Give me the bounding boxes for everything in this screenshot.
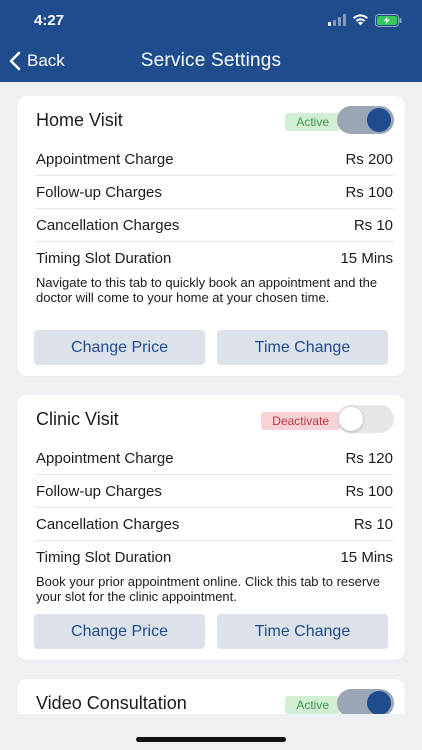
row-label: Cancellation Charges [36, 216, 180, 234]
status-time: 4:27 [34, 12, 65, 29]
charge-row: Timing Slot Duration 15 Mins [36, 541, 393, 574]
nav-bar: Back Service Settings [0, 44, 422, 78]
card-title: Home Visit [36, 110, 123, 130]
status-badge: Active [285, 696, 340, 714]
wifi-icon [353, 14, 368, 26]
status-badge: Active [285, 113, 340, 131]
row-label: Follow-up Charges [36, 183, 162, 201]
service-description: Book your prior appointment online. Clic… [36, 574, 380, 604]
row-label: Follow-up Charges [36, 482, 162, 500]
row-value: Rs 120 [345, 449, 393, 467]
row-label: Timing Slot Duration [36, 549, 172, 566]
charge-row: Cancellation Charges Rs 10 [36, 209, 393, 242]
service-toggle[interactable] [337, 689, 394, 714]
charge-row: Follow-up Charges Rs 100 [36, 475, 393, 508]
service-card-clinic-visit: Clinic Visit Deactivate Appointment Char… [17, 395, 405, 660]
app-header: 4:27 Back Service Settings [0, 0, 422, 82]
card-header: Clinic Visit Deactivate [17, 395, 405, 441]
change-price-button[interactable]: Change Price [34, 330, 205, 365]
service-card-home-visit: Home Visit Active Appointment Charge Rs … [17, 96, 405, 376]
page-title: Service Settings [140, 50, 282, 71]
card-header: Home Visit Active [17, 96, 405, 142]
charge-row: Follow-up Charges Rs 100 [36, 176, 393, 209]
time-change-button[interactable]: Time Change [217, 330, 388, 365]
row-value: Rs 100 [345, 482, 393, 500]
toggle-knob [339, 407, 363, 431]
toggle-knob [367, 108, 391, 132]
charge-row: Cancellation Charges Rs 10 [36, 508, 393, 541]
card-title: Video Consultation [36, 693, 187, 713]
services-list[interactable]: Home Visit Active Appointment Charge Rs … [0, 82, 422, 714]
charge-row: Timing Slot Duration 15 Mins [36, 242, 393, 275]
battery-charging-icon [375, 13, 402, 27]
row-value: Rs 10 [353, 216, 393, 234]
home-indicator [136, 737, 286, 742]
charge-row: Appointment Charge Rs 200 [36, 143, 393, 176]
row-value: 15 Mins [340, 250, 393, 267]
row-value: Rs 10 [353, 515, 393, 533]
status-badge: Deactivate [261, 412, 340, 430]
row-value: Rs 200 [345, 150, 393, 168]
card-title: Clinic Visit [36, 409, 119, 429]
toggle-knob [367, 691, 391, 714]
status-icons [328, 13, 402, 27]
status-bar: 4:27 [0, 0, 422, 38]
row-value: 15 Mins [340, 549, 393, 566]
time-change-button[interactable]: Time Change [217, 614, 388, 649]
service-toggle[interactable] [337, 405, 394, 433]
change-price-button[interactable]: Change Price [34, 614, 205, 649]
row-value: Rs 100 [345, 183, 393, 201]
row-label: Timing Slot Duration [36, 250, 172, 267]
charge-row: Appointment Charge Rs 120 [36, 442, 393, 475]
row-label: Appointment Charge [36, 449, 174, 467]
signal-icon [328, 14, 346, 26]
row-label: Cancellation Charges [36, 515, 180, 533]
row-label: Appointment Charge [36, 150, 174, 168]
service-card-video-consultation: Video Consultation Active [17, 679, 405, 714]
service-toggle[interactable] [337, 106, 394, 134]
card-header: Video Consultation Active [17, 679, 405, 714]
service-description: Navigate to this tab to quickly book an … [36, 275, 378, 305]
